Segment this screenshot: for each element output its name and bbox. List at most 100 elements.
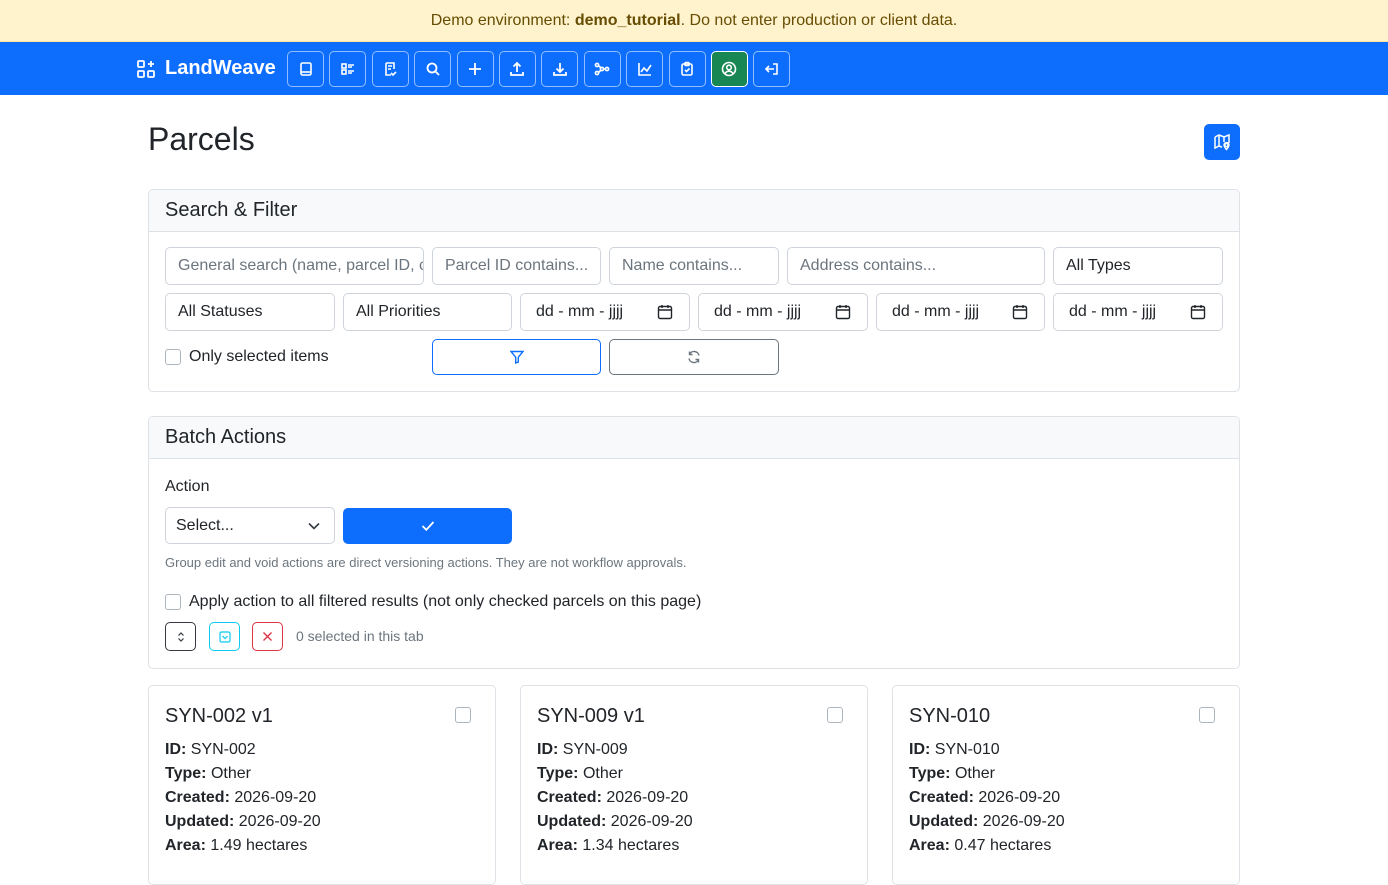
file-check-icon: [385, 62, 397, 77]
download-icon: [552, 63, 567, 76]
apply-all-checkbox[interactable]: [165, 594, 181, 610]
parcel-select-checkbox[interactable]: [827, 707, 843, 723]
user-circle-icon: [722, 61, 737, 77]
nav-search-button[interactable]: [414, 51, 452, 87]
chevron-up-down-icon: [177, 631, 184, 642]
only-selected-checkbox[interactable]: [165, 349, 181, 365]
batch-action-select[interactable]: Select...: [165, 507, 335, 544]
parcel-type-label: Type:: [909, 765, 951, 782]
map-view-button[interactable]: [1204, 124, 1240, 160]
nav-logout-button[interactable]: [753, 51, 791, 87]
parcel-card[interactable]: SYN-010 ID: SYN-010 Type: Other Created:…: [892, 685, 1240, 885]
parcel-area-label: Area:: [537, 837, 578, 854]
map-pin-icon: [1214, 133, 1230, 151]
calendar-icon: [657, 305, 673, 320]
page-title: Parcels: [148, 121, 255, 157]
parcel-title: SYN-009 v1: [537, 705, 645, 727]
check-icon: [421, 521, 434, 532]
parcel-card[interactable]: SYN-009 v1 ID: SYN-009 Type: Other Creat…: [520, 685, 868, 885]
parcel-type-value: Other: [210, 765, 251, 782]
name-filter-input[interactable]: Name contains...: [609, 247, 779, 285]
parcel-type-row: Type: Other: [537, 765, 623, 783]
parcel-updated-row: Updated: 2026-09-20: [165, 813, 321, 831]
book-icon: [299, 62, 312, 76]
parcel-created-label: Created:: [165, 789, 230, 806]
parcel-id-row: ID: SYN-002: [165, 741, 256, 759]
nav-upload-button[interactable]: [498, 51, 536, 87]
parcel-id-value: SYN-010: [934, 741, 1000, 758]
upload-icon: [510, 61, 525, 76]
action-label: Action: [165, 478, 210, 495]
parcel-created-value: 2026-09-20: [978, 789, 1061, 806]
parcel-area-row: Area: 0.47 hectares: [909, 837, 1051, 855]
calendar-icon: [835, 305, 851, 320]
demo-environment-banner: Demo environment: demo_tutorial. Do not …: [0, 0, 1388, 42]
parcel-created-label: Created:: [537, 789, 602, 806]
apply-batch-action-button[interactable]: [343, 508, 512, 544]
parcel-area-label: Area:: [165, 837, 206, 854]
parcel-created-value: 2026-09-20: [234, 789, 317, 806]
calendar-icon: [1012, 305, 1028, 320]
hierarchy-icon: [594, 62, 610, 76]
parcel-select-checkbox[interactable]: [1199, 707, 1215, 723]
parcel-area-value: 0.47 hectares: [954, 837, 1052, 854]
search-icon: [426, 62, 440, 76]
banner-suffix: . Do not enter production or client data…: [680, 11, 958, 29]
expand-collapse-button[interactable]: [165, 622, 196, 651]
status-filter-select[interactable]: All Statuses: [165, 293, 335, 331]
nav-add-button[interactable]: [456, 51, 494, 87]
parcel-created-value: 2026-09-20: [606, 789, 689, 806]
apply-all-label: Apply action to all filtered results (no…: [189, 593, 702, 610]
parcel-id-value: SYN-009: [562, 741, 628, 758]
parcel-select-checkbox[interactable]: [455, 707, 471, 723]
parcel-id-row: ID: SYN-010: [909, 741, 1000, 759]
parcel-created-row: Created: 2026-09-20: [537, 789, 688, 807]
parcel-id-filter-input[interactable]: Parcel ID contains...: [432, 247, 601, 285]
priority-filter-select[interactable]: All Priorities: [343, 293, 512, 331]
reset-filter-button[interactable]: [609, 339, 779, 375]
brand-link[interactable]: LandWeave: [137, 42, 276, 95]
general-search-input[interactable]: General search (name, parcel ID, c: [165, 247, 424, 285]
nav-chart-button[interactable]: [626, 51, 664, 87]
parcel-card[interactable]: SYN-002 v1 ID: SYN-002 Type: Other Creat…: [148, 685, 496, 885]
parcel-id-label: ID:: [909, 741, 931, 758]
nav-clipboard-button[interactable]: [668, 51, 706, 87]
parcel-updated-row: Updated: 2026-09-20: [909, 813, 1065, 831]
parcel-updated-label: Updated:: [537, 813, 607, 830]
type-filter-select[interactable]: All Types: [1053, 247, 1223, 285]
nav-download-button[interactable]: [541, 51, 579, 87]
batch-help-text: Group edit and void actions are direct v…: [165, 555, 687, 570]
clear-selection-button[interactable]: [252, 622, 283, 651]
select-page-button[interactable]: [209, 622, 240, 651]
created-from-date-input[interactable]: dd - mm - jjjj: [520, 293, 690, 331]
date-placeholder: dd - mm - jjjj: [1069, 303, 1157, 320]
date-placeholder: dd - mm - jjjj: [892, 303, 980, 320]
parcel-type-row: Type: Other: [165, 765, 251, 783]
close-icon: [263, 632, 272, 641]
nav-user-profile-button[interactable]: [710, 51, 748, 87]
date-placeholder: dd - mm - jjjj: [714, 303, 802, 320]
parcel-created-label: Created:: [909, 789, 974, 806]
select-all-icon: [218, 630, 231, 643]
updated-to-date-input[interactable]: dd - mm - jjjj: [1053, 293, 1223, 331]
nav-book-button[interactable]: [287, 51, 324, 87]
address-filter-input[interactable]: Address contains...: [787, 247, 1045, 285]
nav-toolbar: [287, 51, 796, 87]
selection-count: 0 selected in this tab: [296, 628, 424, 644]
updated-from-date-input[interactable]: dd - mm - jjjj: [876, 293, 1045, 331]
parcel-updated-value: 2026-09-20: [610, 813, 693, 830]
parcel-type-value: Other: [954, 765, 995, 782]
apply-filter-button[interactable]: [432, 339, 601, 375]
banner-prefix: Demo environment:: [430, 11, 571, 29]
list-details-icon: [341, 63, 354, 75]
nav-list-details-button[interactable]: [329, 51, 367, 87]
parcel-id-value: SYN-002: [190, 741, 256, 758]
nav-hierarchy-button[interactable]: [583, 51, 621, 87]
created-to-date-input[interactable]: dd - mm - jjjj: [698, 293, 868, 331]
parcel-created-row: Created: 2026-09-20: [909, 789, 1060, 807]
parcel-area-label: Area:: [909, 837, 950, 854]
brand-name: LandWeave: [165, 57, 276, 79]
nav-file-check-button[interactable]: [371, 51, 409, 87]
parcel-updated-value: 2026-09-20: [982, 813, 1065, 830]
parcel-area-row: Area: 1.49 hectares: [165, 837, 307, 855]
